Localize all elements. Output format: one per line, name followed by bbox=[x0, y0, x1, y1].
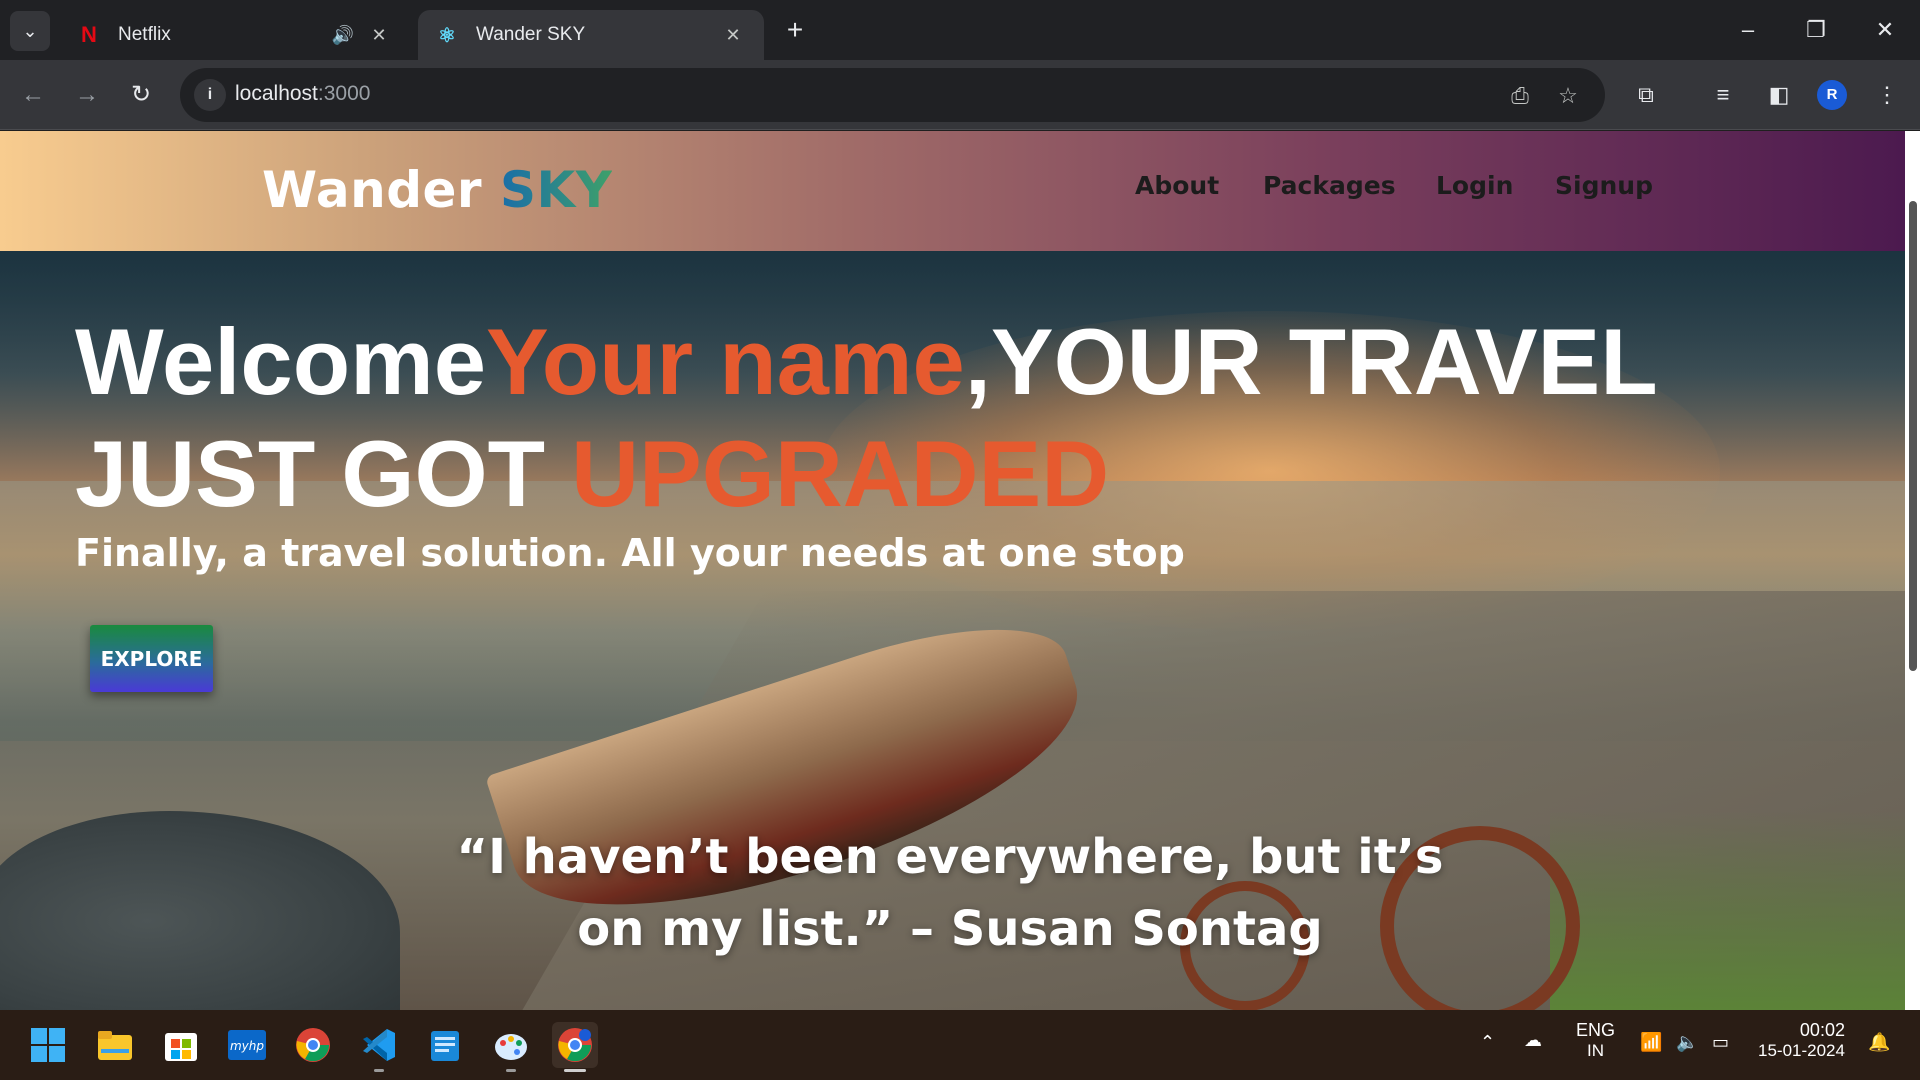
hero-subheading: Finally, a travel solution. All your nee… bbox=[75, 531, 1185, 575]
chrome-icon[interactable] bbox=[290, 1022, 336, 1068]
paint-icon[interactable] bbox=[488, 1022, 534, 1072]
bookmark-star-icon[interactable]: ☆ bbox=[1554, 82, 1582, 110]
page-viewport: Wander SKY About Packages Login Signup W… bbox=[0, 131, 1905, 1010]
onedrive-icon[interactable]: ☁ bbox=[1524, 1030, 1542, 1051]
reload-icon[interactable]: ↻ bbox=[124, 78, 158, 112]
menu-kebab-icon[interactable]: ⋮ bbox=[1870, 78, 1904, 112]
clock[interactable]: 00:02 15-01-2024 bbox=[1758, 1020, 1845, 1061]
url-text[interactable]: localhost:3000 bbox=[235, 82, 370, 106]
microsoft-store-icon[interactable] bbox=[158, 1022, 204, 1068]
nav-signup[interactable]: Signup bbox=[1555, 171, 1653, 200]
scrollbar-thumb[interactable] bbox=[1909, 201, 1917, 671]
page-scrollbar[interactable] bbox=[1905, 131, 1920, 1010]
chevron-down-icon: ⌄ bbox=[22, 20, 38, 41]
hero-headline: WelcomeYour name,YOUR TRAVEL JUST GOT UP… bbox=[75, 309, 1658, 526]
myhp-icon[interactable]: myhp bbox=[224, 1022, 270, 1068]
site-logo[interactable]: Wander SKY bbox=[262, 161, 612, 219]
vscode-icon[interactable] bbox=[356, 1022, 402, 1072]
forward-arrow-icon[interactable]: → bbox=[70, 78, 104, 112]
file-explorer-icon[interactable] bbox=[92, 1022, 138, 1068]
app-running-indicator bbox=[506, 1069, 516, 1072]
site-navbar: Wander SKY About Packages Login Signup bbox=[0, 131, 1905, 251]
tab-title: Netflix bbox=[118, 24, 171, 45]
media-controls-icon[interactable]: ≡ bbox=[1706, 78, 1740, 112]
tab-wander-sky[interactable]: ⚛ Wander SKY ✕ bbox=[418, 10, 764, 60]
netflix-icon: N bbox=[81, 22, 97, 47]
notifications-icon[interactable]: 🔔 bbox=[1868, 1032, 1890, 1053]
address-bar[interactable]: i localhost:3000 ⎙ ☆ bbox=[180, 68, 1605, 122]
show-hidden-icons-chevron-icon[interactable]: ⌃ bbox=[1480, 1032, 1495, 1053]
battery-icon[interactable]: ▭ bbox=[1712, 1032, 1729, 1053]
back-arrow-icon[interactable]: ← bbox=[16, 78, 50, 112]
wifi-icon[interactable]: 📶 bbox=[1640, 1032, 1662, 1053]
language-indicator[interactable]: ENG IN bbox=[1576, 1020, 1615, 1061]
windows-taskbar: myhp ⌃ ☁ ENG IN 📶 🔈 ▭ 00:02 15-01-2024 🔔 bbox=[0, 1010, 1920, 1080]
new-tab-plus-icon[interactable]: + bbox=[780, 16, 810, 46]
hero-rocks bbox=[0, 811, 400, 1010]
side-panel-icon[interactable]: ◧ bbox=[1762, 78, 1796, 112]
restore-icon[interactable]: ❐ bbox=[1786, 12, 1846, 48]
chrome-profile-icon[interactable] bbox=[552, 1022, 598, 1072]
browser-tab-bar: ⌄ N Netflix 🔊 ✕ ⚛ Wander SKY ✕ + – ❐ ✕ bbox=[0, 0, 1920, 60]
tab-search-button[interactable]: ⌄ bbox=[10, 11, 50, 51]
tab-netflix[interactable]: N Netflix 🔊 ✕ bbox=[60, 10, 410, 60]
extensions-icon[interactable]: ⧉ bbox=[1629, 78, 1663, 112]
notepad-icon[interactable] bbox=[422, 1022, 468, 1068]
site-info-icon[interactable]: i bbox=[194, 79, 226, 111]
hero-grass bbox=[1550, 811, 1905, 1010]
nav-about[interactable]: About bbox=[1135, 171, 1219, 200]
close-tab-icon[interactable]: ✕ bbox=[366, 25, 392, 46]
nav-login[interactable]: Login bbox=[1436, 171, 1513, 200]
install-app-icon[interactable]: ⎙ bbox=[1506, 82, 1534, 110]
speaker-icon[interactable]: 🔊 bbox=[330, 25, 356, 46]
hero-quote: “I haven’t been everywhere, but it’s on … bbox=[456, 829, 1444, 957]
minimize-icon[interactable]: – bbox=[1718, 12, 1778, 48]
profile-avatar[interactable]: R bbox=[1817, 80, 1847, 110]
explore-button[interactable]: EXPLORE bbox=[90, 625, 213, 692]
react-icon: ⚛ bbox=[438, 24, 456, 47]
app-running-indicator bbox=[374, 1069, 384, 1072]
svg-text:myhp: myhp bbox=[230, 1039, 264, 1053]
volume-icon[interactable]: 🔈 bbox=[1676, 1032, 1698, 1053]
browser-toolbar: ← → ↻ i localhost:3000 ⎙ ☆ ⧉ ≡ ◧ R ⋮ bbox=[0, 60, 1920, 130]
windows-start-icon[interactable] bbox=[25, 1022, 71, 1068]
close-window-icon[interactable]: ✕ bbox=[1855, 12, 1915, 48]
close-tab-icon[interactable]: ✕ bbox=[720, 25, 746, 46]
tab-title: Wander SKY bbox=[476, 24, 586, 45]
hero-section: WelcomeYour name,YOUR TRAVEL JUST GOT UP… bbox=[0, 251, 1905, 1010]
nav-packages[interactable]: Packages bbox=[1263, 171, 1396, 200]
app-active-indicator bbox=[564, 1069, 586, 1072]
